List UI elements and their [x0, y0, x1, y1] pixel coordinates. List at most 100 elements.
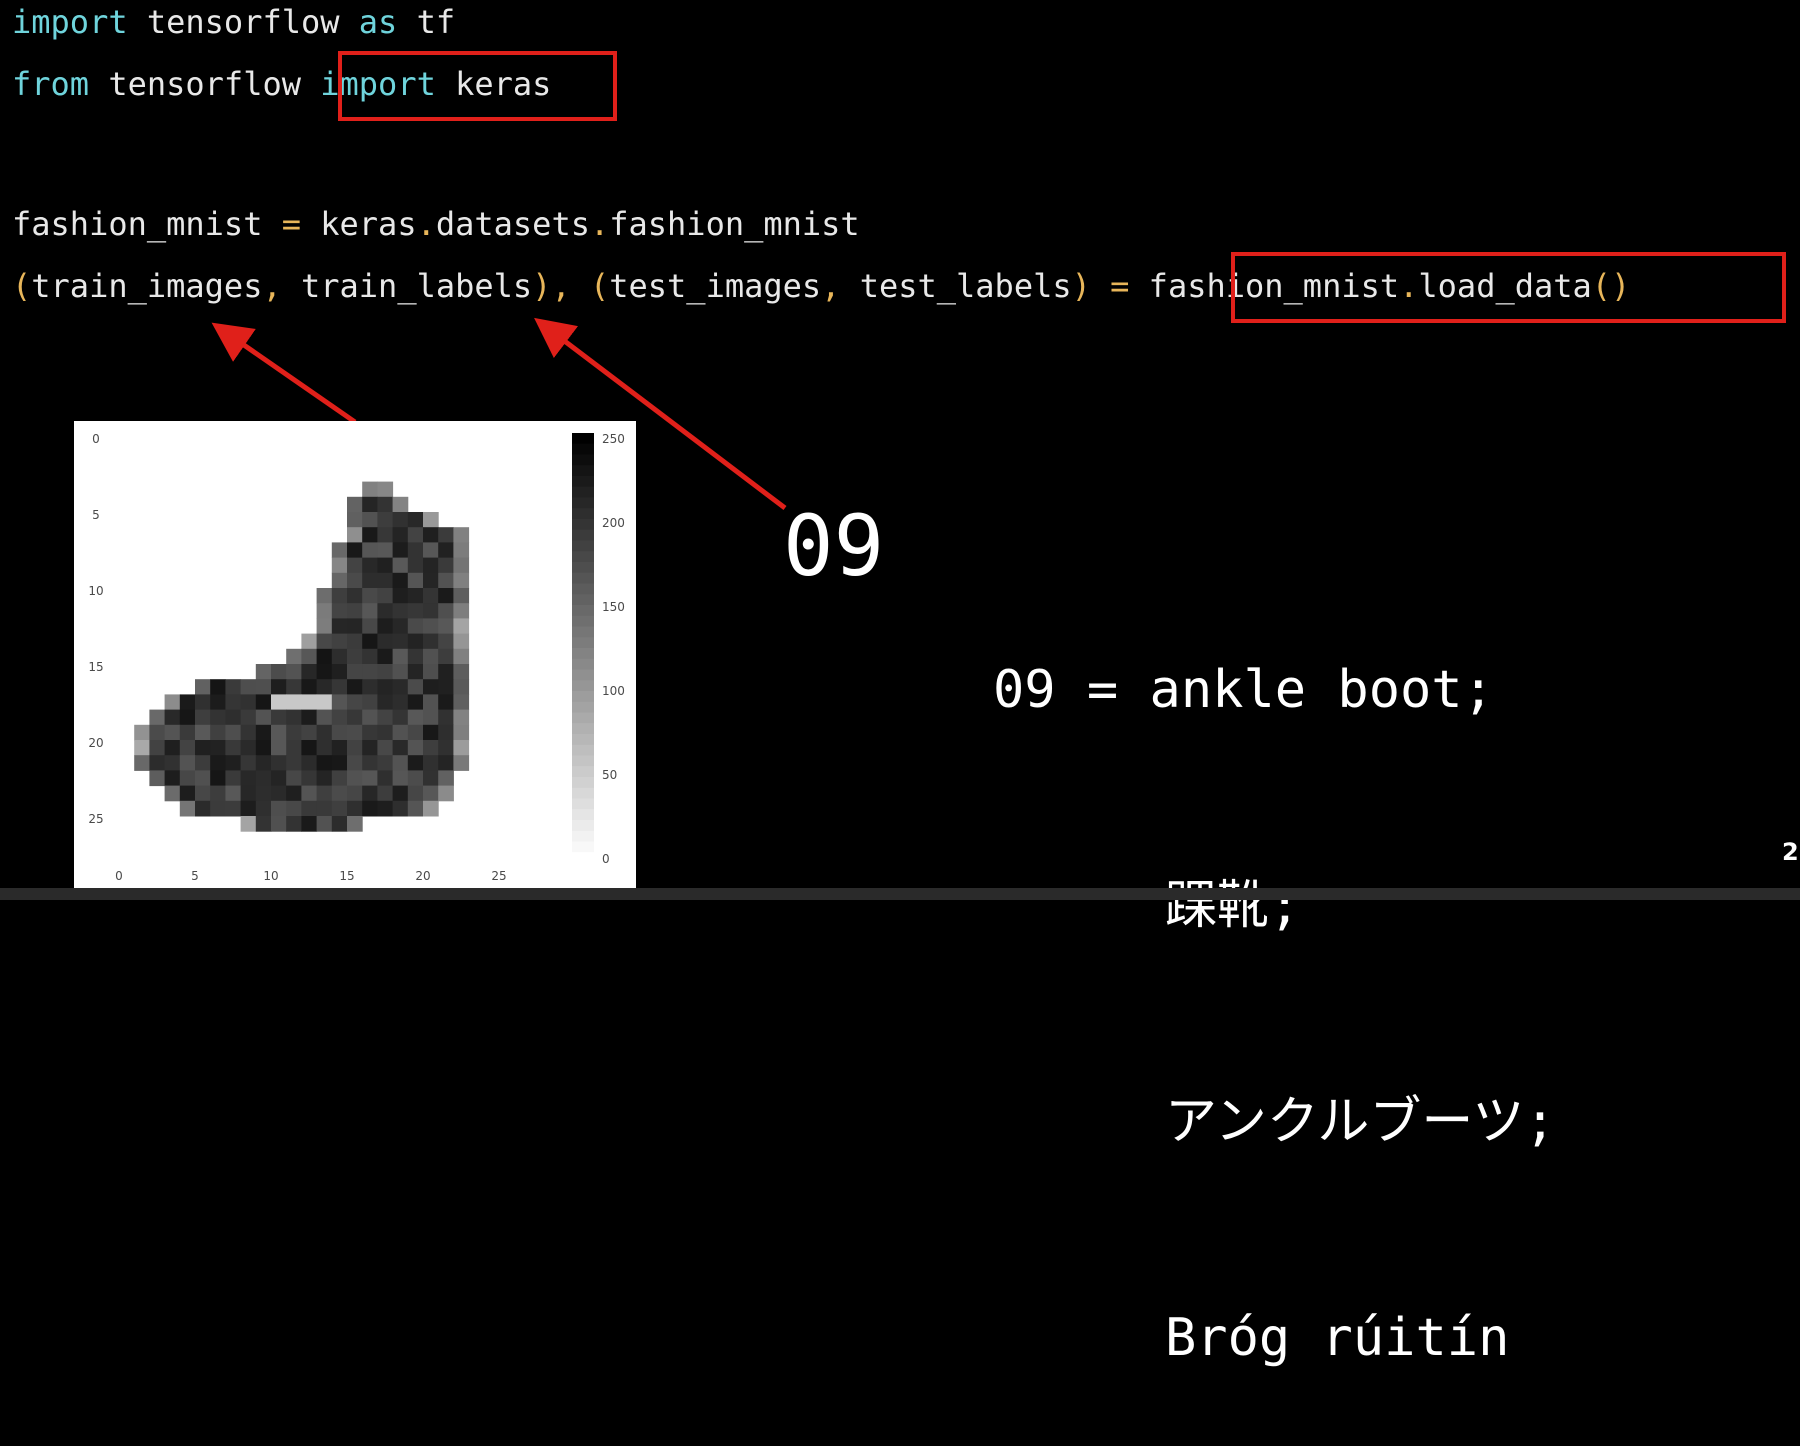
pixel — [331, 785, 348, 802]
pixel — [438, 527, 454, 543]
pixel — [423, 709, 439, 726]
pixel — [423, 633, 439, 650]
pixel — [377, 709, 394, 726]
pixel — [438, 542, 454, 559]
pixel — [362, 603, 378, 619]
pixel — [362, 800, 378, 817]
pixel — [347, 496, 363, 513]
pixel — [316, 785, 333, 802]
y-tick-label: 0 — [92, 432, 100, 446]
pixel — [347, 527, 363, 543]
pixel — [407, 633, 424, 650]
pixel — [438, 694, 454, 711]
highlight-box-load-data — [1231, 252, 1786, 323]
label-line-ja: アンクルブーツ; — [993, 1086, 1556, 1158]
pixel — [362, 724, 378, 741]
pixel — [392, 648, 409, 665]
pixel — [453, 557, 470, 574]
pixel — [225, 755, 242, 771]
pixel — [423, 588, 439, 604]
colorbar-step — [572, 519, 594, 531]
pixel — [316, 603, 333, 619]
pixel — [210, 724, 226, 741]
pixel — [255, 664, 272, 680]
paren: ) — [532, 267, 552, 305]
colorbar-step — [572, 744, 594, 757]
var-train-labels: train_labels — [281, 267, 533, 305]
pixel — [347, 816, 363, 832]
comma: , — [262, 267, 282, 305]
pixel — [392, 542, 409, 559]
pixel — [255, 785, 272, 802]
pixel — [423, 755, 439, 771]
colorbar-step — [572, 594, 594, 606]
colorbar-step — [572, 637, 594, 649]
pixel — [407, 572, 424, 589]
pixel — [271, 770, 287, 787]
var-test-labels: test_labels — [840, 267, 1072, 305]
pixel — [377, 633, 394, 650]
pixel — [210, 755, 226, 771]
pixel — [179, 724, 196, 741]
colorbar-step — [572, 465, 594, 477]
pixel — [377, 557, 394, 574]
pixel — [286, 800, 302, 817]
pixel — [453, 527, 470, 543]
pixel — [195, 755, 211, 771]
pixel — [316, 724, 333, 741]
pixel — [134, 740, 150, 756]
colorbar-step — [572, 777, 594, 789]
var-test-images: test_images — [609, 267, 822, 305]
pixel — [453, 679, 470, 695]
pixel — [240, 800, 257, 817]
pixel — [362, 633, 378, 650]
pixel — [453, 618, 470, 635]
pixel — [392, 709, 409, 726]
pixel — [331, 664, 348, 680]
pixel — [316, 679, 333, 695]
pixel — [347, 679, 363, 695]
page-number: 2 — [1782, 838, 1799, 866]
pixel — [392, 557, 409, 574]
pixel — [347, 572, 363, 589]
pixel — [377, 664, 394, 680]
code-text: tf — [397, 3, 456, 41]
pixel — [438, 664, 454, 680]
pixel — [149, 724, 166, 741]
pixel — [331, 633, 348, 650]
pixel — [453, 740, 470, 756]
pixel — [347, 709, 363, 726]
pixel — [377, 496, 394, 513]
pixel — [301, 648, 318, 665]
pixel — [255, 770, 272, 787]
colorbar-step — [572, 605, 594, 617]
pixel — [438, 648, 454, 665]
pixel — [362, 694, 378, 711]
pixel — [407, 740, 424, 756]
arrow-to-train-images — [211, 322, 357, 425]
pixel — [271, 800, 287, 817]
pixel — [392, 618, 409, 635]
pixel — [240, 740, 257, 756]
pixel — [362, 481, 378, 498]
pixel — [255, 709, 272, 726]
keyword-from: from — [12, 65, 90, 103]
pixel — [453, 648, 470, 665]
pixel — [164, 724, 181, 741]
pixel — [392, 694, 409, 711]
pixel — [240, 694, 257, 711]
pixel — [164, 755, 181, 771]
pixel — [407, 679, 424, 695]
pixel — [286, 755, 302, 771]
pixel — [377, 481, 394, 498]
pixel — [195, 709, 211, 726]
pixel — [179, 694, 196, 711]
highlight-box-import-keras — [338, 51, 617, 121]
pixel — [316, 664, 333, 680]
pixel — [331, 679, 348, 695]
pixel — [271, 694, 287, 711]
pixel — [255, 755, 272, 771]
pixel — [195, 770, 211, 787]
colorbar-step — [572, 723, 594, 735]
pixel — [331, 603, 348, 619]
